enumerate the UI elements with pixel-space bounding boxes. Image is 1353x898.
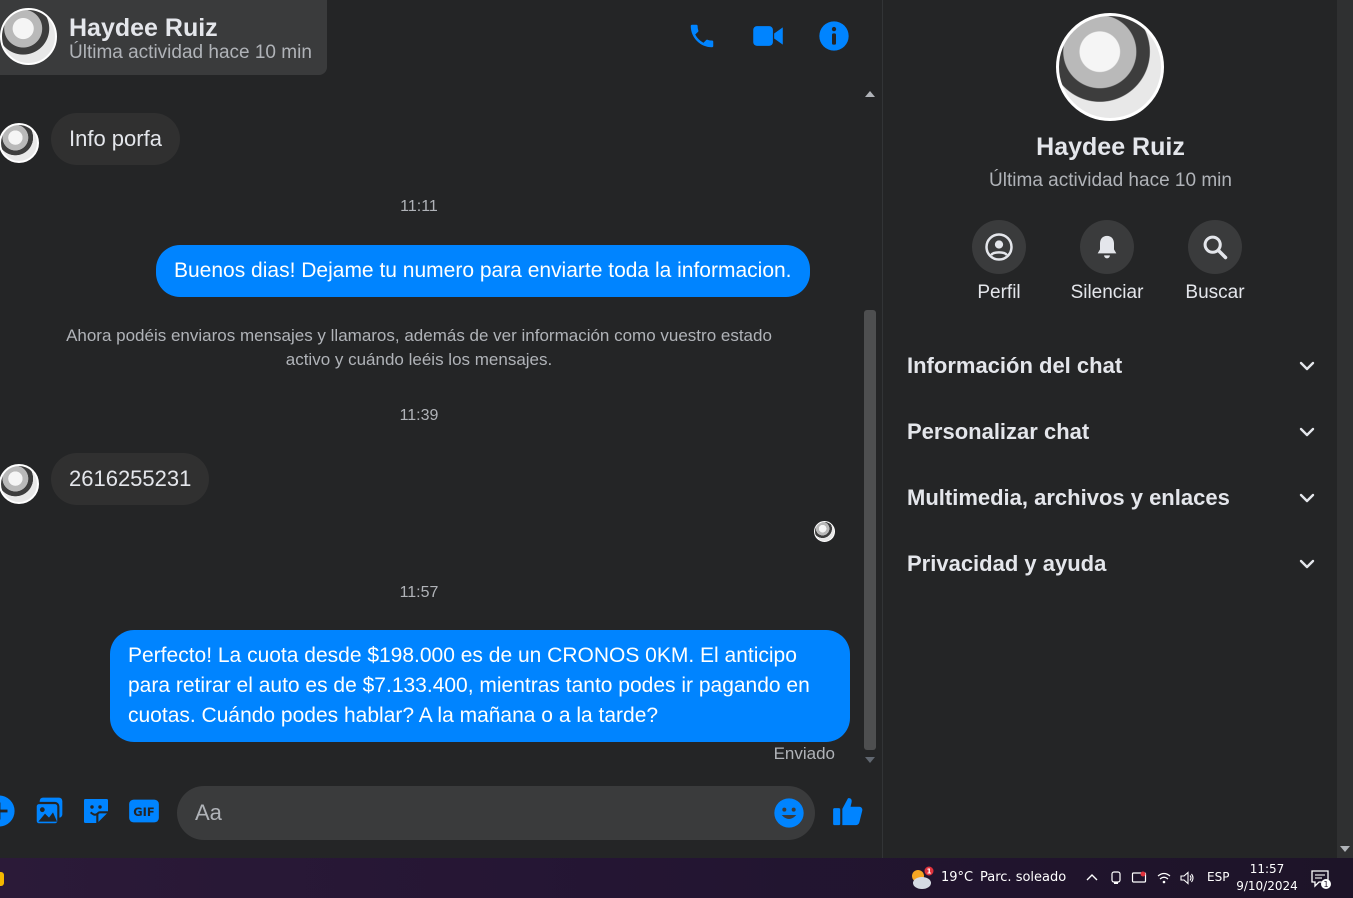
sticker-button[interactable] (79, 794, 113, 828)
emoji-button[interactable] (772, 796, 806, 830)
phone-icon (690, 24, 714, 48)
sender-avatar (0, 123, 39, 163)
message-composer: GIF (0, 780, 882, 850)
mute-action-button[interactable]: Silenciar (1057, 220, 1157, 304)
display-icon (1131, 871, 1147, 883)
gif-button[interactable]: GIF (127, 794, 161, 828)
message-timestamp: 11:57 (399, 584, 439, 601)
search-action-button[interactable]: Buscar (1165, 220, 1265, 304)
image-icon (34, 797, 63, 826)
section-chat-info[interactable]: Información del chat (907, 341, 1317, 391)
video-camera-icon (753, 26, 783, 46)
weather-widget[interactable]: 1 (909, 866, 934, 890)
weather-description[interactable]: Parc. soleado (980, 870, 1066, 885)
read-receipt-avatar (814, 521, 835, 542)
conversation-pane: Haydee Ruiz Última actividad hace 10 min (0, 0, 882, 858)
video-call-button[interactable] (750, 18, 786, 54)
contact-name: Haydee Ruiz (69, 14, 218, 42)
clock-date[interactable]: 9/10/2024 (1236, 879, 1298, 893)
search-action-circle (1188, 220, 1242, 274)
search-action-label: Buscar (1185, 282, 1245, 303)
profile-avatar-large[interactable] (1056, 13, 1164, 121)
conversation-details-panel: Haydee Ruiz Última actividad hace 10 min… (882, 0, 1337, 858)
user-circle-icon (985, 233, 1013, 261)
section-label: Personalizar chat (907, 419, 1090, 444)
scroll-down-arrow[interactable] (865, 757, 875, 763)
outgoing-message[interactable]: Perfecto! La cuota desde $198.000 es de … (110, 630, 850, 742)
svg-text:GIF: GIF (133, 805, 154, 819)
section-privacy-help[interactable]: Privacidad y ayuda (907, 539, 1317, 589)
section-label: Información del chat (907, 353, 1123, 378)
weather-badge-count: 1 (927, 868, 932, 876)
outgoing-message[interactable]: Buenos dias! Dejame tu numero para envia… (156, 245, 810, 297)
chevron-down-icon (1299, 427, 1315, 437)
profile-action-circle (972, 220, 1026, 274)
panel-scrollbar[interactable] (1337, 0, 1353, 858)
more-actions-button[interactable] (0, 794, 16, 828)
notifications-button[interactable]: 1 (1310, 868, 1332, 890)
tray-meet-button[interactable] (1130, 869, 1148, 887)
like-icon (833, 798, 863, 826)
section-customize-chat[interactable]: Personalizar chat (907, 407, 1317, 457)
panel-last-active: Última actividad hace 10 min (989, 170, 1232, 191)
chat-header: Haydee Ruiz Última actividad hace 10 min (0, 0, 882, 78)
profile-action-label: Perfil (977, 282, 1021, 303)
chevron-up-icon (1086, 874, 1098, 881)
taskbar-app-icon-edge[interactable] (0, 872, 4, 886)
info-icon (819, 21, 849, 51)
section-media-files-links[interactable]: Multimedia, archivos y enlaces (907, 473, 1317, 523)
profile-action-button[interactable]: Perfil (949, 220, 1049, 304)
clock-time[interactable]: 11:57 (1236, 862, 1298, 876)
panel-contact-name: Haydee Ruiz (1036, 133, 1185, 161)
device-icon (1111, 871, 1121, 884)
emoji-icon (774, 798, 804, 828)
sticker-icon (84, 799, 108, 823)
incoming-message[interactable]: 2616255231 (51, 453, 210, 505)
sender-avatar (0, 464, 39, 504)
bell-icon (1097, 235, 1117, 259)
message-timestamp: 11:11 (400, 198, 438, 215)
messaging-notice: Ahora podéis enviaros mensajes y llamaro… (66, 326, 772, 369)
chevron-down-icon (1299, 361, 1315, 371)
message-timestamp: 11:39 (399, 407, 439, 424)
call-button[interactable] (684, 18, 720, 54)
contact-avatar[interactable] (0, 8, 57, 65)
notification-count: 1 (1323, 880, 1328, 889)
conversation-info-button[interactable] (816, 18, 852, 54)
wifi-icon (1157, 872, 1171, 884)
search-icon (1203, 235, 1228, 260)
windows-taskbar: 1 19°C Parc. soleado ESP 11:57 9/10/2024… (0, 858, 1353, 898)
plus-icon (0, 795, 15, 827)
scroll-up-arrow[interactable] (865, 91, 875, 97)
section-label: Privacidad y ayuda (907, 551, 1107, 576)
attach-photo-button[interactable] (32, 794, 66, 828)
mute-action-circle (1080, 220, 1134, 274)
partly-sunny-icon: 1 (912, 866, 934, 889)
chevron-down-icon (1299, 559, 1315, 569)
message-input[interactable] (177, 786, 815, 840)
input-language-button[interactable]: ESP (1207, 870, 1229, 884)
tray-device-button[interactable] (1107, 869, 1125, 887)
mute-action-label: Silenciar (1070, 282, 1144, 303)
speaker-icon (1180, 871, 1194, 885)
incoming-message[interactable]: Info porfa (51, 113, 180, 165)
delivery-status: Enviado (773, 744, 835, 763)
section-label: Multimedia, archivos y enlaces (907, 485, 1230, 510)
chevron-down-icon (1299, 493, 1315, 503)
show-hidden-icons-button[interactable] (1083, 869, 1101, 887)
volume-button[interactable] (1178, 869, 1196, 887)
message-scrollbar[interactable] (862, 85, 878, 769)
notification-icon: 1 (1311, 870, 1331, 889)
gif-icon: GIF (129, 799, 159, 823)
contact-header-button[interactable]: Haydee Ruiz Última actividad hace 10 min (0, 0, 327, 75)
scrollbar-thumb[interactable] (864, 310, 876, 750)
network-button[interactable] (1155, 869, 1173, 887)
like-button[interactable] (831, 794, 865, 828)
scroll-down-arrow[interactable] (1340, 846, 1350, 852)
messenger-window: Haydee Ruiz Última actividad hace 10 min (0, 0, 1353, 858)
contact-last-active: Última actividad hace 10 min (69, 42, 312, 63)
weather-temperature[interactable]: 19°C (941, 870, 973, 885)
